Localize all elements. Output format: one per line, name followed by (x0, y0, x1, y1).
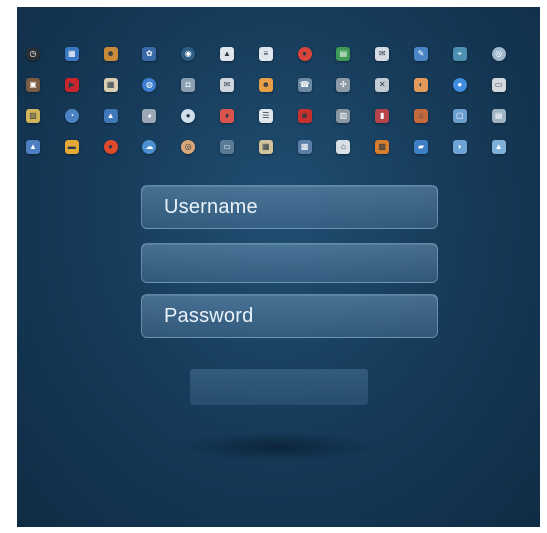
wallet-icon[interactable]: ▬ (64, 140, 79, 154)
fan-icon[interactable]: ✕ (375, 78, 390, 92)
battery-icon[interactable]: ▭ (491, 78, 506, 92)
printer-icon[interactable]: ▤ (491, 109, 506, 123)
journal-icon[interactable]: ▮ (375, 109, 390, 123)
podcast-icon[interactable]: ◕ (142, 109, 157, 123)
button-shadow (177, 432, 377, 462)
alarm-icon[interactable]: ◙ (297, 109, 312, 123)
apps-icon[interactable]: ▩ (297, 140, 312, 154)
badge-icon[interactable]: ♦ (220, 109, 234, 123)
store-icon[interactable]: ▩ (375, 140, 390, 154)
shopping-bag-icon[interactable]: ▲ (26, 140, 40, 154)
login-screen: ◷ ▦ ☻ ✿ ◉ ▲ ≡ ● ▤ ✉ ✎ ⌖ ◎ ▣ ▶ ▦ ◍ ◘ ✉ ☻ ☎ ✣ ✕ ◐ ● ▭ ▨ ◔ ▲ ◕ ● ♦ ☰ ◙ ▥ ▮ ⌂ ▢ ▤ ▲… (17, 7, 540, 527)
clock-icon[interactable]: ◷ (26, 47, 40, 61)
books-icon[interactable]: ▥ (336, 109, 351, 123)
record-icon[interactable]: ● (297, 47, 312, 61)
login-button[interactable] (190, 369, 368, 405)
home-icon[interactable]: ⌂ (336, 140, 351, 154)
archive-icon[interactable]: ⌂ (414, 109, 428, 123)
frame-icon[interactable]: ▢ (452, 109, 467, 123)
presentation-icon[interactable]: ▣ (26, 78, 40, 92)
password-field[interactable]: Password (141, 294, 438, 338)
bookmark-icon[interactable]: ▦ (258, 140, 273, 154)
envelope-icon[interactable]: ✉ (220, 78, 234, 92)
globe-icon[interactable]: ◎ (491, 47, 506, 61)
app-icon-grid: ◷ ▦ ☻ ✿ ◉ ▲ ≡ ● ▤ ✉ ✎ ⌖ ◎ ▣ ▶ ▦ ◍ ◘ ✉ ☻ ☎ ✣ ✕ ◐ ● ▭ ▨ ◔ ▲ ◕ ● ♦ ☰ ◙ ▥ ▮ ⌂ ▢ ▤ ▲… (17, 47, 540, 187)
username-field[interactable]: Username (141, 185, 438, 229)
spreadsheet-icon[interactable]: ▤ (336, 47, 351, 61)
camera-icon[interactable]: ◘ (181, 78, 196, 92)
calendar-grid-icon[interactable]: ▦ (103, 78, 118, 92)
lock-icon[interactable]: ▲ (220, 47, 234, 61)
photos-icon[interactable]: ✿ (142, 47, 157, 61)
document-icon[interactable]: ≡ (258, 47, 273, 61)
folder-icon[interactable]: ▰ (414, 140, 428, 154)
browser-icon[interactable]: ◍ (142, 78, 157, 92)
compass-icon[interactable]: ◉ (181, 47, 196, 61)
disc-icon[interactable]: ◎ (181, 140, 196, 154)
contacts-icon[interactable]: ☻ (103, 47, 118, 61)
dashboard-icon[interactable]: ◔ (64, 109, 79, 123)
notes-icon[interactable]: ✎ (414, 47, 428, 61)
cloud-icon[interactable]: ☁ (142, 140, 157, 154)
map-icon[interactable]: ⌖ (452, 47, 467, 61)
gamepad-icon[interactable]: ◐ (414, 78, 428, 92)
contact-card-icon[interactable]: ☻ (258, 78, 273, 92)
message-icon[interactable]: ● (181, 109, 196, 123)
fire-icon[interactable]: ● (103, 140, 118, 154)
password-placeholder: Password (164, 304, 254, 327)
list-icon[interactable]: ☰ (258, 109, 273, 123)
settings-icon[interactable]: ✣ (336, 78, 351, 92)
gallery-icon[interactable]: ▨ (26, 109, 40, 123)
mail-icon[interactable]: ✉ (375, 47, 390, 61)
weather-icon[interactable]: ▲ (491, 140, 506, 154)
phone-icon[interactable]: ☎ (297, 78, 312, 92)
film-icon[interactable]: ▭ (220, 140, 234, 154)
calendar-icon[interactable]: ▦ (64, 47, 79, 61)
video-icon[interactable]: ▶ (64, 78, 79, 92)
secondary-input-field[interactable] (141, 243, 438, 283)
image-icon[interactable]: ▲ (103, 109, 118, 123)
chat-icon[interactable]: ● (452, 78, 467, 92)
search-icon[interactable]: ◗ (452, 140, 467, 154)
username-placeholder: Username (164, 195, 258, 218)
